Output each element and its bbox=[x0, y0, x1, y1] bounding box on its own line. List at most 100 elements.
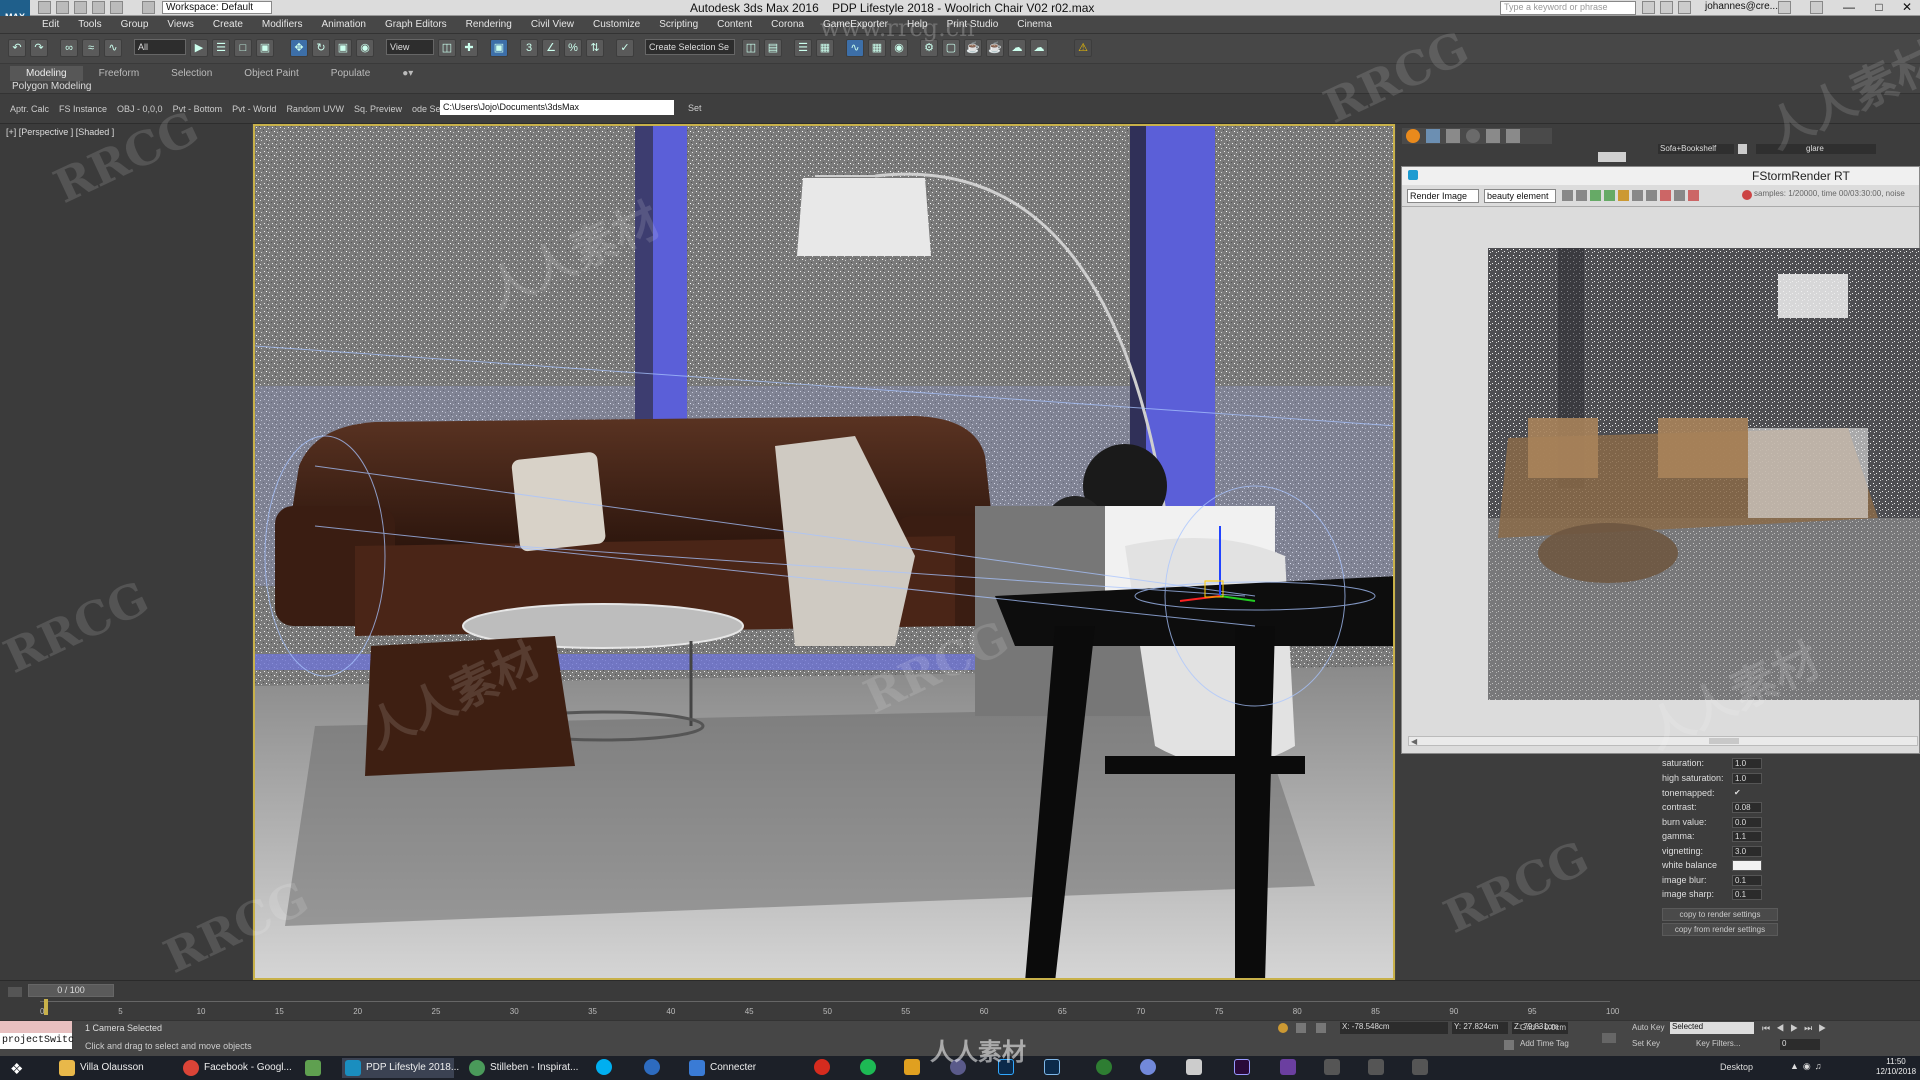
menu-rendering[interactable]: Rendering bbox=[466, 19, 512, 30]
reference-coord-dropdown[interactable]: View bbox=[386, 39, 434, 55]
app-tray-icon[interactable] bbox=[1412, 1059, 1428, 1075]
set-key-icon[interactable] bbox=[1602, 1033, 1616, 1043]
search-input[interactable]: Type a keyword or phrase bbox=[1500, 1, 1636, 15]
tab-modeling[interactable]: Modeling bbox=[10, 66, 83, 81]
select-by-name-icon[interactable]: ☰ bbox=[212, 39, 230, 57]
create-tab-icon[interactable] bbox=[1406, 129, 1420, 143]
taskbar-item-app[interactable] bbox=[302, 1058, 338, 1078]
color-channel-icon[interactable] bbox=[1660, 190, 1671, 201]
menu-graph-editors[interactable]: Graph Editors bbox=[385, 19, 447, 30]
menu-content[interactable]: Content bbox=[717, 19, 752, 30]
setting-value[interactable]: 1.0 bbox=[1732, 773, 1762, 784]
ribbon-options-icon[interactable]: ●▾ bbox=[386, 66, 429, 81]
clock[interactable]: 11:50 12/10/2018 bbox=[1876, 1057, 1916, 1077]
taskbar-item-connecter[interactable]: Connecter bbox=[686, 1058, 796, 1078]
open-file-icon[interactable] bbox=[56, 1, 69, 14]
minimize-icon[interactable]: — bbox=[1832, 0, 1866, 15]
start-icon[interactable]: ❖ bbox=[10, 1060, 23, 1078]
save-file-icon[interactable] bbox=[74, 1, 87, 14]
timeline[interactable]: 0 / 100 0 5 10 15 20 25 30 35 40 45 50 55 60 65 70 75 80… bbox=[0, 980, 1920, 1024]
perspective-viewport[interactable] bbox=[253, 124, 1395, 980]
key-filters-button[interactable]: Key Filters... bbox=[1696, 1039, 1740, 1048]
app-tray-icon[interactable] bbox=[1368, 1059, 1384, 1075]
after-effects-icon[interactable] bbox=[1234, 1059, 1250, 1075]
object-name-field[interactable]: Sofa+Bookshelf bbox=[1658, 144, 1734, 154]
edit-named-sel-icon[interactable]: ✓ bbox=[616, 39, 634, 57]
rotate-icon[interactable]: ↻ bbox=[312, 39, 330, 57]
render-iterative-icon[interactable]: ☕ bbox=[986, 39, 1004, 57]
binoculars-icon[interactable] bbox=[1642, 1, 1655, 14]
tab-populate[interactable]: Populate bbox=[315, 66, 386, 81]
auto-key-button[interactable]: Auto Key bbox=[1632, 1023, 1664, 1032]
tonemapped-checkbox[interactable]: ✔ bbox=[1732, 788, 1742, 799]
skype-icon[interactable] bbox=[596, 1059, 612, 1075]
script-fs-instance[interactable]: FS Instance bbox=[59, 104, 107, 114]
add-time-tag-icon[interactable] bbox=[1504, 1040, 1514, 1050]
mail-icon[interactable] bbox=[1186, 1059, 1202, 1075]
menu-views[interactable]: Views bbox=[167, 19, 194, 30]
sketchup-icon[interactable] bbox=[904, 1059, 920, 1075]
star-icon[interactable] bbox=[1678, 1, 1691, 14]
menu-civil-view[interactable]: Civil View bbox=[531, 19, 574, 30]
lock-selection-icon[interactable] bbox=[1296, 1023, 1306, 1033]
rect-selection-icon[interactable]: □ bbox=[234, 39, 252, 57]
menu-customize[interactable]: Customize bbox=[593, 19, 640, 30]
save-image-icon[interactable] bbox=[1562, 190, 1573, 201]
toggle-layer-icon[interactable]: ☰ bbox=[794, 39, 812, 57]
script-aptr-calc[interactable]: Aptr. Calc bbox=[10, 104, 49, 114]
menu-tools[interactable]: Tools bbox=[78, 19, 101, 30]
mirror-icon[interactable]: ◫ bbox=[742, 39, 760, 57]
angle-snap-icon[interactable]: ∠ bbox=[542, 39, 560, 57]
unlink-icon[interactable]: ≈ bbox=[82, 39, 100, 57]
playback-controls[interactable]: ⏮◀▶⏭▶ bbox=[1762, 1023, 1902, 1033]
current-frame-field[interactable]: 0 bbox=[1780, 1039, 1820, 1050]
lightroom-icon[interactable] bbox=[1044, 1059, 1060, 1075]
script-random-uvw[interactable]: Random UVW bbox=[286, 104, 344, 114]
key-mode-dropdown[interactable]: Selected bbox=[1670, 1022, 1754, 1034]
modify-tab-icon[interactable] bbox=[1426, 129, 1440, 143]
render-window-titlebar[interactable]: FStormRender RT bbox=[1402, 167, 1919, 185]
tab-object-paint[interactable]: Object Paint bbox=[228, 66, 314, 81]
lens-effects-icon[interactable] bbox=[1674, 190, 1685, 201]
align-icon[interactable]: ▤ bbox=[764, 39, 782, 57]
time-slider[interactable]: 0 / 100 bbox=[28, 984, 114, 997]
render-a360-icon[interactable]: ☁ bbox=[1030, 39, 1048, 57]
copy-from-render-settings-button[interactable]: copy from render settings bbox=[1662, 923, 1778, 936]
fstorm-render-window[interactable]: FStormRender RT Render Image beauty elem… bbox=[1401, 166, 1920, 754]
render-image-dropdown[interactable]: Render Image bbox=[1407, 189, 1479, 203]
project-folder-icon[interactable] bbox=[142, 1, 155, 14]
menu-edit[interactable]: Edit bbox=[42, 19, 59, 30]
display-tab-icon[interactable] bbox=[1486, 129, 1500, 143]
render-cloud-icon[interactable]: ☁ bbox=[1008, 39, 1026, 57]
user-account[interactable]: johannes@cre... bbox=[1705, 1, 1778, 12]
help-icon[interactable] bbox=[1810, 1, 1823, 14]
region-render-icon[interactable] bbox=[1632, 190, 1643, 201]
undo-quick-icon[interactable] bbox=[92, 1, 105, 14]
close-icon[interactable]: ✕ bbox=[1890, 0, 1920, 15]
bind-spacewarp-icon[interactable]: ∿ bbox=[104, 39, 122, 57]
set-path-button[interactable]: Set bbox=[688, 103, 702, 113]
utilities-tab-icon[interactable] bbox=[1506, 129, 1520, 143]
absolute-mode-icon[interactable] bbox=[1316, 1023, 1326, 1033]
panel-toggle[interactable] bbox=[1598, 152, 1626, 162]
menu-cinema[interactable]: Cinema bbox=[1017, 19, 1051, 30]
add-time-tag[interactable]: Add Time Tag bbox=[1520, 1039, 1569, 1048]
script-pvt-world[interactable]: Pvt - World bbox=[232, 104, 276, 114]
exchange-icon[interactable] bbox=[1778, 1, 1791, 14]
spotify-icon[interactable] bbox=[860, 1059, 876, 1075]
undo-icon[interactable]: ↶ bbox=[8, 39, 26, 57]
maxscript-listener[interactable]: projectSwitc bbox=[0, 1033, 74, 1049]
warning-icon[interactable]: ⚠ bbox=[1074, 39, 1092, 57]
redo-icon[interactable]: ↷ bbox=[30, 39, 48, 57]
crop-icon[interactable] bbox=[1646, 190, 1657, 201]
pivot-center-icon[interactable]: ◫ bbox=[438, 39, 456, 57]
menu-create[interactable]: Create bbox=[213, 19, 243, 30]
set-key-button[interactable]: Set Key bbox=[1632, 1039, 1660, 1048]
taskbar-item-explorer[interactable]: Villa Olausson bbox=[56, 1058, 176, 1078]
white-balance-swatch[interactable] bbox=[1732, 860, 1762, 871]
render-element-dropdown[interactable]: beauty element bbox=[1484, 189, 1556, 203]
copy-image-icon[interactable] bbox=[1576, 190, 1587, 201]
snaps-toggle-icon[interactable]: 3 bbox=[520, 39, 538, 57]
scroll-thumb[interactable] bbox=[1709, 738, 1739, 744]
taskbar-item-3dsmax[interactable]: PDP Lifestyle 2018... bbox=[342, 1058, 459, 1078]
